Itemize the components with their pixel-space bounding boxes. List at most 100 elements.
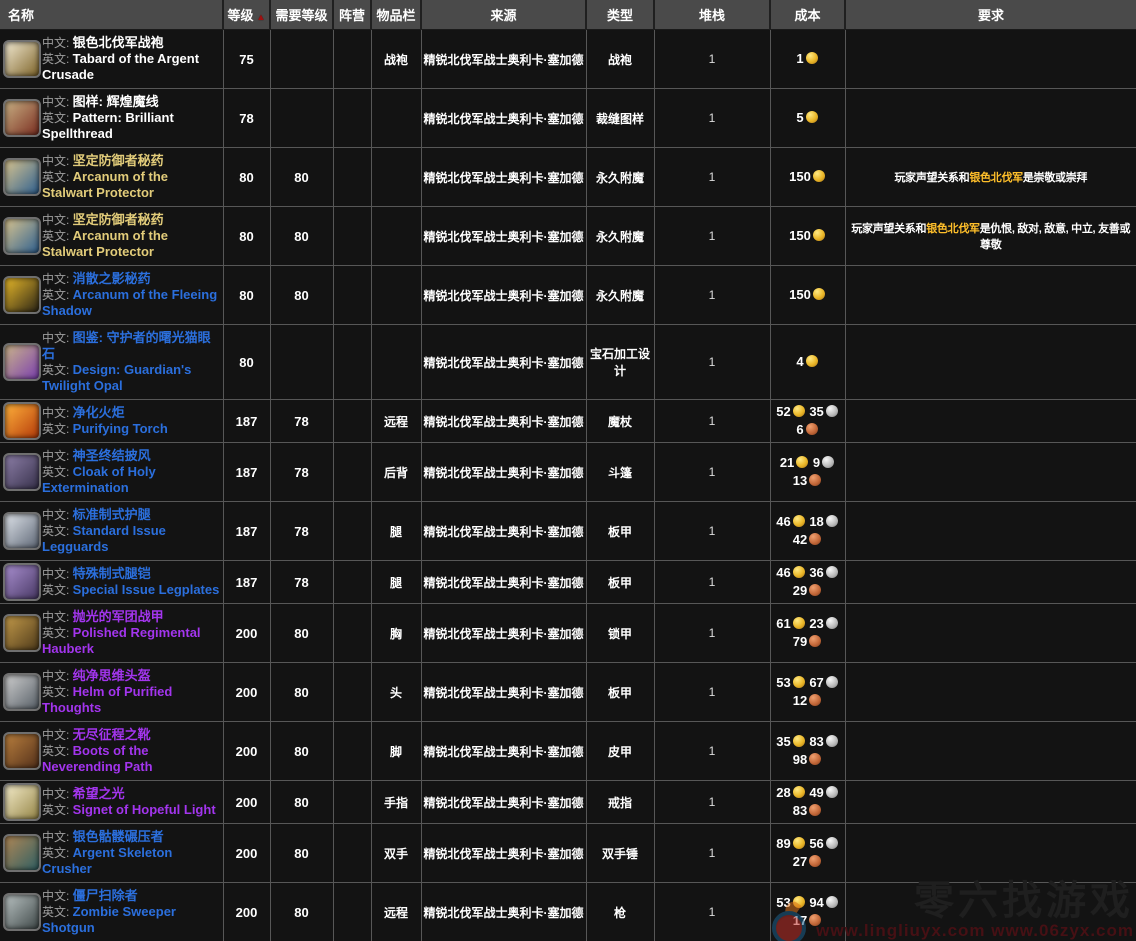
source-npc-link[interactable]: 精锐北伐军战士奥利卡·塞加德 xyxy=(424,525,584,539)
item-link-zh[interactable]: 纯净思维头盔 xyxy=(73,668,151,683)
item-table: 名称等级▲需要等级阵营物品栏来源 类型 堆栈成本要求 中文: 银色北伐军战袍英文: … xyxy=(0,0,1136,941)
source-npc-link[interactable]: 精锐北伐军战士奥利卡·塞加德 xyxy=(424,576,584,590)
item-link-en[interactable]: Purifying Torch xyxy=(73,421,168,436)
source-npc-link[interactable]: 精锐北伐军战士奥利卡·塞加德 xyxy=(424,627,584,641)
item-slot: 后背 xyxy=(371,443,421,502)
item-link-zh[interactable]: 抛光的军团战甲 xyxy=(73,609,164,624)
column-header-level[interactable]: 等级▲ xyxy=(223,0,270,30)
source-npc-link[interactable]: 精锐北伐军战士奥利卡·塞加德 xyxy=(424,171,584,185)
column-header-slot[interactable]: 物品栏 xyxy=(371,0,421,30)
arcanum-scroll-icon[interactable] xyxy=(3,217,41,255)
item-level: 187 xyxy=(223,502,270,561)
cloak-icon[interactable] xyxy=(3,453,41,491)
source-npc-link[interactable]: 精锐北伐军战士奥利卡·塞加德 xyxy=(424,230,584,244)
item-link-zh[interactable]: 消散之影秘药 xyxy=(73,271,151,286)
item-name-zh-line: 中文: 图鉴: 守护者的曙光猫眼石 xyxy=(42,331,211,361)
item-link-zh[interactable]: 银色骷髅碾压者 xyxy=(73,829,164,844)
requirement-cell xyxy=(845,663,1136,722)
source-npc-link[interactable]: 精锐北伐军战士奥利卡·塞加德 xyxy=(424,686,584,700)
source-npc-link[interactable]: 精锐北伐军战士奥利卡·塞加德 xyxy=(424,112,584,126)
source-npc-link[interactable]: 精锐北伐军战士奥利卡·塞加德 xyxy=(424,796,584,810)
item-link-zh[interactable]: 神圣终结披风 xyxy=(73,448,151,463)
hauberk-icon[interactable] xyxy=(3,614,41,652)
required-level: 80 xyxy=(270,266,333,325)
item-link-zh[interactable]: 希望之光 xyxy=(73,786,125,801)
required-level: 80 xyxy=(270,663,333,722)
source-npc-link[interactable]: 精锐北伐军战士奥利卡·塞加德 xyxy=(424,745,584,759)
cost-silver: 35 xyxy=(809,404,823,419)
item-name-zh-line: 中文: 坚定防御者秘药 xyxy=(42,213,164,227)
requirement-cell xyxy=(845,781,1136,824)
item-slot: 战袍 xyxy=(371,30,421,89)
item-name-cell: 中文: 标准制式护腿英文: Standard Issue Legguards xyxy=(0,502,223,561)
two-hand-hammer-icon[interactable] xyxy=(3,834,41,872)
item-type: 永久附魔 xyxy=(586,207,654,266)
cost-copper: 13 xyxy=(793,473,807,488)
faction-link[interactable]: 银色北伐军 xyxy=(969,172,1023,184)
en-label: 英文: xyxy=(42,422,73,436)
cost-gold: 5 xyxy=(796,110,803,125)
item-slot: 腿 xyxy=(371,561,421,604)
item-link-zh[interactable]: 图样: 辉煌魔线 xyxy=(73,94,159,109)
required-level xyxy=(270,89,333,148)
item-link-zh[interactable]: 特殊制式腿铠 xyxy=(73,566,151,581)
column-header-cost[interactable]: 成本 xyxy=(770,0,845,30)
requirement-cell xyxy=(845,325,1136,400)
item-link-en[interactable]: Signet of Hopeful Light xyxy=(73,802,216,817)
plate-helm-icon[interactable] xyxy=(3,673,41,711)
requirement-text: 是仇恨, 敌对, 敌意, 中立, 友善或尊敬 xyxy=(980,223,1130,251)
column-header-faction[interactable]: 阵营 xyxy=(333,0,371,30)
source-npc-link[interactable]: 精锐北伐军战士奥利卡·塞加德 xyxy=(424,847,584,861)
legplates-icon[interactable] xyxy=(3,563,41,601)
required-level: 80 xyxy=(270,604,333,663)
requirement-cell xyxy=(845,883,1136,941)
source-npc-link[interactable]: 精锐北伐军战士奥利卡·塞加德 xyxy=(424,289,584,303)
item-slot: 头 xyxy=(371,663,421,722)
tabard-icon[interactable] xyxy=(3,40,41,78)
faction xyxy=(333,561,371,604)
column-header-source[interactable]: 来源 xyxy=(421,0,586,30)
ring-icon[interactable] xyxy=(3,783,41,821)
item-link-zh[interactable]: 坚定防御者秘药 xyxy=(73,212,164,227)
column-header-type[interactable]: 类型 xyxy=(586,0,654,30)
item-link-zh[interactable]: 僵尸扫除者 xyxy=(73,888,138,903)
item-slot xyxy=(371,207,421,266)
source-npc-link[interactable]: 精锐北伐军战士奥利卡·塞加德 xyxy=(424,53,584,67)
pattern-scroll-icon[interactable] xyxy=(3,99,41,137)
cost-silver: 67 xyxy=(809,675,823,690)
source-npc-link[interactable]: 精锐北伐军战士奥利卡·塞加德 xyxy=(424,415,584,429)
column-header-req-level[interactable]: 需要等级 xyxy=(270,0,333,30)
item-link-zh[interactable]: 标准制式护腿 xyxy=(73,507,151,522)
cost-silver: 18 xyxy=(809,514,823,529)
item-slot xyxy=(371,325,421,400)
item-name-cell: 中文: 银色北伐军战袍英文: Tabard of the Argent Crus… xyxy=(0,30,223,89)
column-header-requirement[interactable]: 要求 xyxy=(845,0,1136,30)
required-level xyxy=(270,325,333,400)
shadow-arcanum-icon[interactable] xyxy=(3,276,41,314)
item-link-en[interactable]: Special Issue Legplates xyxy=(73,582,220,597)
requirement-cell xyxy=(845,400,1136,443)
boots-icon[interactable] xyxy=(3,732,41,770)
torch-icon[interactable] xyxy=(3,402,41,440)
design-scroll-icon[interactable] xyxy=(3,343,41,381)
shotgun-icon[interactable] xyxy=(3,893,41,931)
table-row: 中文: 图样: 辉煌魔线英文: Pattern: Brilliant Spell… xyxy=(0,89,1136,148)
arcanum-scroll-icon[interactable] xyxy=(3,158,41,196)
faction-link[interactable]: 银色北伐军 xyxy=(926,223,980,235)
column-header-label: 类型 xyxy=(607,8,633,23)
item-link-zh[interactable]: 坚定防御者秘药 xyxy=(73,153,164,168)
item-link-zh[interactable]: 无尽征程之靴 xyxy=(73,727,151,742)
copper-coin-icon xyxy=(809,694,821,706)
gold-coin-icon xyxy=(793,837,805,849)
legguards-icon[interactable] xyxy=(3,512,41,550)
source-npc-link[interactable]: 精锐北伐军战士奥利卡·塞加德 xyxy=(424,356,584,370)
source-npc-link[interactable]: 精锐北伐军战士奥利卡·塞加德 xyxy=(424,466,584,480)
item-link-zh[interactable]: 银色北伐军战袍 xyxy=(73,35,164,50)
source-npc-link[interactable]: 精锐北伐军战士奥利卡·塞加德 xyxy=(424,906,584,920)
cost-copper: 42 xyxy=(793,532,807,547)
column-header-stack[interactable]: 堆栈 xyxy=(654,0,770,30)
column-header-name[interactable]: 名称 xyxy=(0,0,223,30)
item-link-zh[interactable]: 净化火炬 xyxy=(73,405,125,420)
item-name-cell: 中文: 僵尸扫除者英文: Zombie Sweeper Shotgun xyxy=(0,883,223,941)
zh-label: 中文: xyxy=(42,154,73,168)
